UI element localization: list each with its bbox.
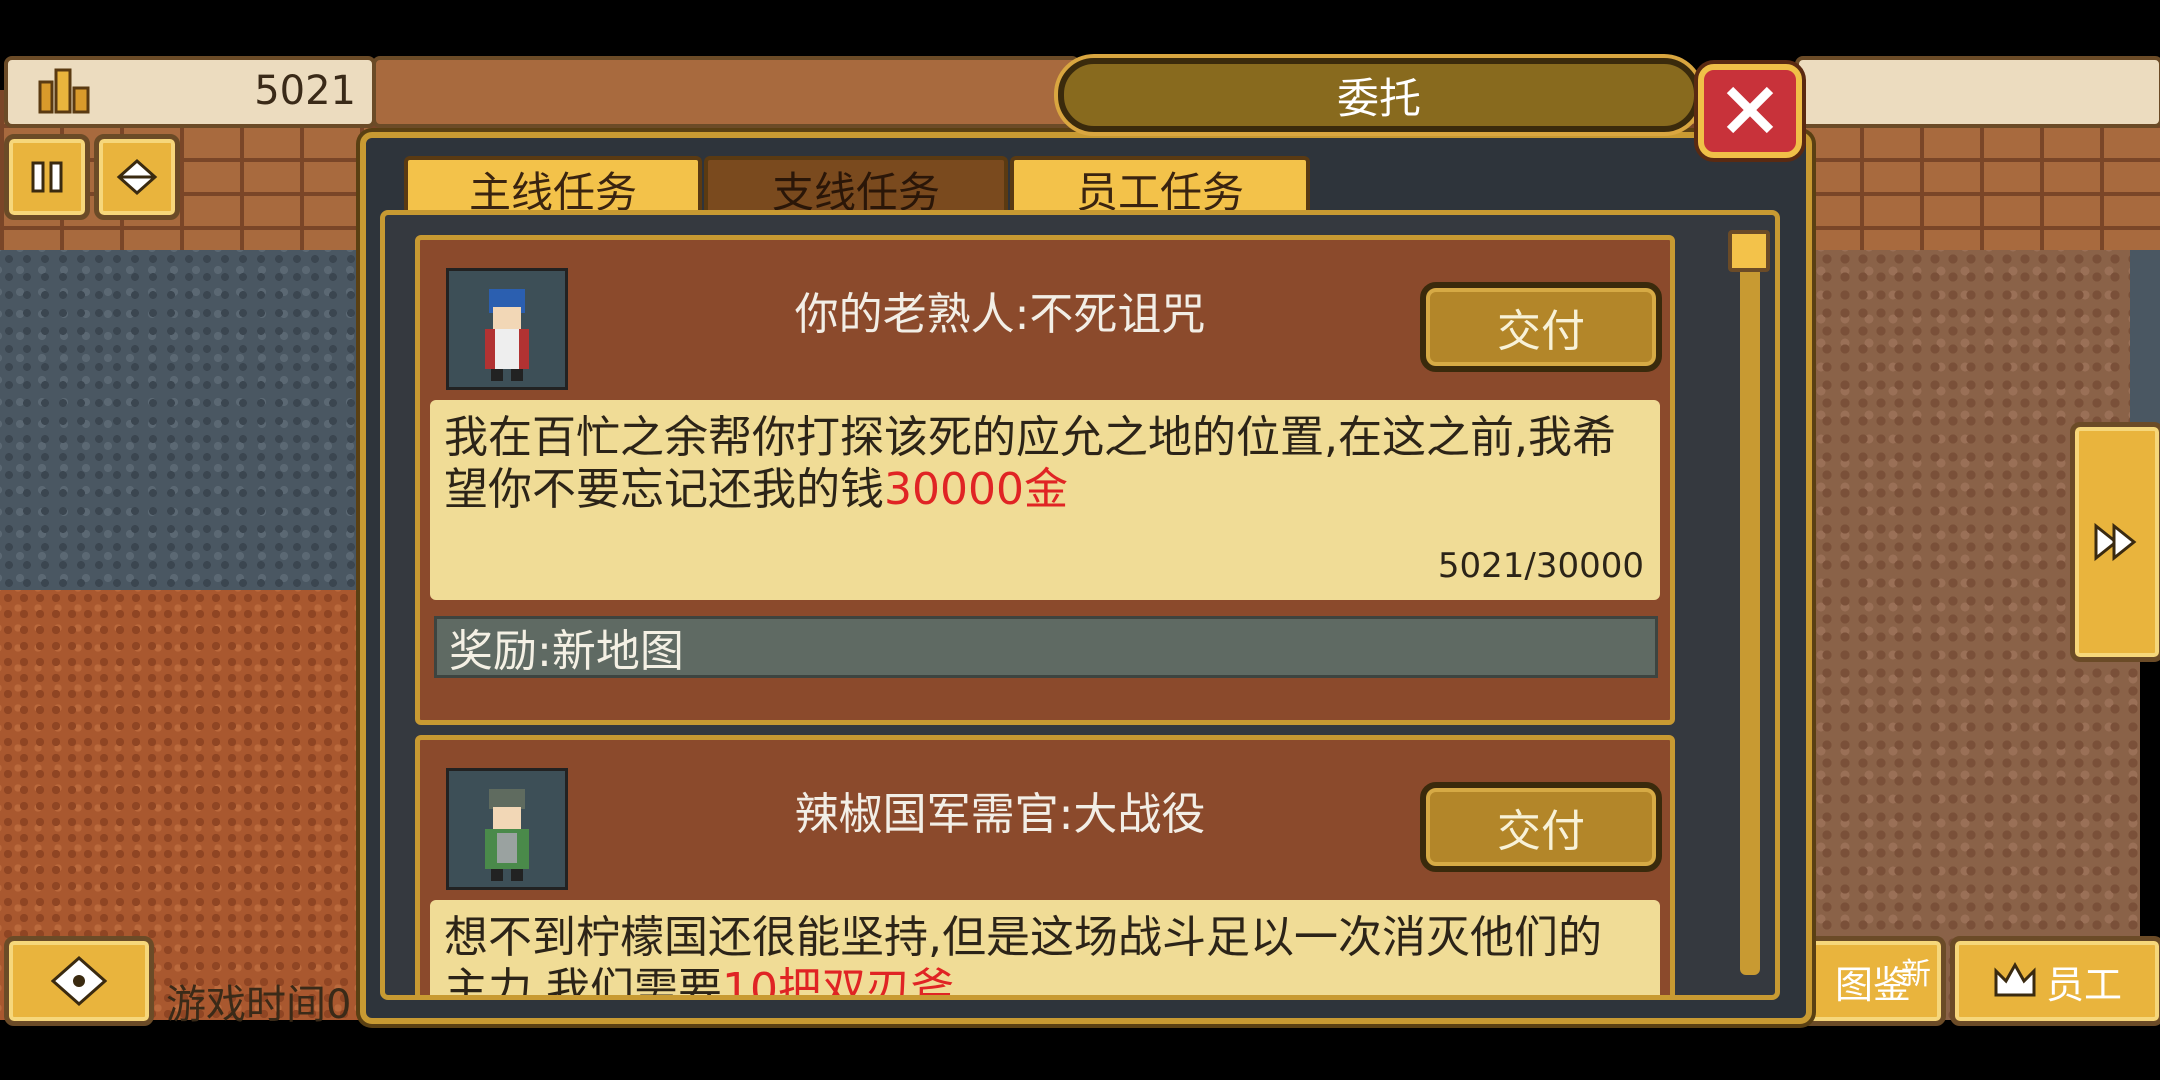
quest-list[interactable]: 你的老熟人:不死诅咒 交付 我在百忙之余帮你打探该死的应允之地的位置,在这之前,… xyxy=(380,210,1780,1000)
settings-button[interactable] xyxy=(94,134,180,220)
quest-description: 想不到柠檬国还很能坚持,但是这场战斗足以一次消灭他们的主力,我们需要10把双刃斧 xyxy=(430,900,1660,1000)
tab-main-quest[interactable]: 主线任务 xyxy=(404,156,702,218)
building-icon xyxy=(38,68,90,114)
tab-side-quest[interactable]: 支线任务 xyxy=(704,156,1008,218)
staff-button[interactable]: 员工 xyxy=(1950,936,2160,1026)
deliver-button[interactable]: 交付 xyxy=(1420,782,1662,872)
close-icon xyxy=(1726,86,1774,134)
deliver-button[interactable]: 交付 xyxy=(1420,282,1662,372)
required-amount: 30000金 xyxy=(884,464,1068,515)
quest-description: 我在百忙之余帮你打探该死的应允之地的位置,在这之前,我希望你不要忘记还我的钱30… xyxy=(430,400,1660,600)
vampire-portrait-icon xyxy=(485,289,529,381)
gem-icon xyxy=(116,158,158,196)
new-badge: 新 xyxy=(1901,957,1931,992)
avatar xyxy=(446,768,568,890)
fast-forward-icon xyxy=(2094,522,2137,562)
gallery-label: 图鉴 xyxy=(1834,962,1911,1007)
map-button[interactable] xyxy=(4,936,154,1026)
description-text: 我在百忙之余帮你打探该死的应允之地的位置,在这之前,我希望你不要忘记还我的钱30… xyxy=(444,412,1644,516)
description-text: 想不到柠檬国还很能坚持,但是这场战斗足以一次消灭他们的主力,我们需要10把双刃斧 xyxy=(444,912,1644,1000)
quest-card: 你的老熟人:不死诅咒 交付 我在百忙之余帮你打探该死的应允之地的位置,在这之前,… xyxy=(415,235,1675,725)
quartermaster-portrait-icon xyxy=(485,789,529,881)
avatar xyxy=(446,268,568,390)
quest-progress: 5021/30000 xyxy=(1437,546,1644,586)
quest-title: 辣椒国军需官:大战役 xyxy=(794,789,1206,840)
close-button[interactable] xyxy=(1698,64,1802,158)
top-bar-right xyxy=(1795,56,2160,128)
game-time: 游戏时间0 xyxy=(166,982,352,1028)
top-bar-left xyxy=(372,56,1080,128)
pause-icon xyxy=(31,161,63,193)
dpad-icon xyxy=(51,956,107,1006)
staff-label: 员工 xyxy=(2045,962,2122,1007)
dialog-title: 委托 xyxy=(1058,58,1700,132)
next-button[interactable] xyxy=(2070,422,2160,662)
scrollbar-thumb[interactable] xyxy=(1728,230,1770,272)
gallery-button[interactable]: 图鉴 新 xyxy=(1800,936,1946,1026)
quest-title: 你的老熟人:不死诅咒 xyxy=(794,289,1206,340)
game-screen: 5021 游戏时间0 图鉴 新 员工 委托 主线任务 支线任务 员工任务 你的老… xyxy=(0,0,2160,1080)
crown-icon xyxy=(1994,961,2036,997)
gold-bar: 5021 xyxy=(4,56,376,128)
required-items: 10把双刃斧 xyxy=(722,964,954,1000)
pause-button[interactable] xyxy=(4,134,90,220)
quest-reward: 奖励:新地图 xyxy=(434,616,1658,678)
scrollbar-track[interactable] xyxy=(1740,230,1760,975)
gold-amount: 5021 xyxy=(254,68,356,114)
description-body: 想不到柠檬国还很能坚持,但是这场战斗足以一次消灭他们的主力,我们需要 xyxy=(444,912,1602,1000)
quest-card: 辣椒国军需官:大战役 交付 想不到柠檬国还很能坚持,但是这场战斗足以一次消灭他们… xyxy=(415,735,1675,1000)
tab-staff-quest[interactable]: 员工任务 xyxy=(1010,156,1310,218)
water-floor xyxy=(0,250,360,590)
